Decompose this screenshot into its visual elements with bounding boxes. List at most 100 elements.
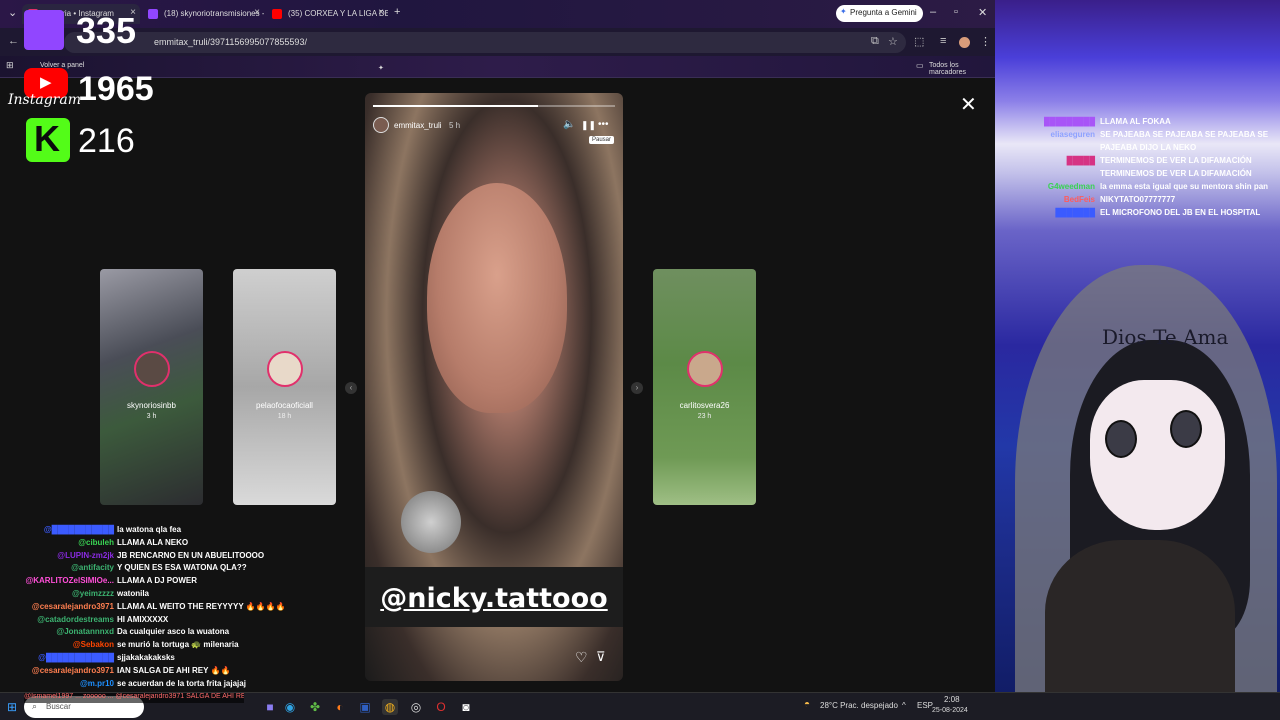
story-card[interactable]: carlitosvera26 23 h bbox=[653, 269, 756, 505]
instagram-label: Instagram bbox=[8, 92, 81, 108]
youtube-favicon-icon bbox=[272, 9, 282, 19]
next-story-icon[interactable]: › bbox=[631, 382, 643, 394]
teams-icon[interactable]: ■ bbox=[262, 699, 278, 715]
address-bar[interactable]: emmitax_truli/3971156995077855593/ bbox=[64, 32, 906, 53]
chat-username: @LUPIN-zm2jk bbox=[57, 550, 114, 560]
firefox-icon[interactable]: ◐ bbox=[332, 699, 348, 715]
active-story[interactable]: emmitax_truli 5 h 🔈 ❚❚ ••• Pausar @nicky… bbox=[365, 93, 623, 681]
pause-tooltip: Pausar bbox=[589, 136, 615, 144]
tab-label: (35) CORXEA Y LA LIGA DE bbox=[288, 9, 388, 18]
minimize-icon[interactable]: – bbox=[930, 6, 936, 18]
chat-text: LLAMA AL WEITO THE REYYYYY 🔥🔥🔥🔥 bbox=[117, 601, 286, 611]
chat-text: HI AMIXXXXX bbox=[117, 614, 169, 624]
all-bookmarks[interactable]: Todos los marcadores bbox=[929, 62, 995, 76]
windows-start-icon[interactable]: ⊞ bbox=[4, 699, 20, 715]
media-icon[interactable]: ≡ bbox=[940, 35, 946, 47]
app-icon[interactable]: ◙ bbox=[458, 699, 474, 715]
tab-search-icon[interactable]: ⌄ bbox=[8, 6, 17, 19]
chat-username: @cibuleh bbox=[78, 537, 114, 547]
close-tab-icon[interactable]: × bbox=[378, 7, 384, 18]
profile-avatar[interactable] bbox=[959, 37, 970, 48]
new-tab-icon[interactable]: + bbox=[394, 6, 400, 18]
kick-viewer-count: 216 bbox=[78, 122, 135, 160]
search-placeholder: Buscar bbox=[46, 702, 71, 711]
chat-username: @Jonatannnxd bbox=[56, 627, 114, 637]
bookmark-star-icon[interactable]: ☆ bbox=[888, 35, 898, 48]
app-icon[interactable]: ▣ bbox=[357, 699, 373, 715]
chat-overlay-left: @███████████ la watona qla fea @cibuleh LLA… bbox=[0, 525, 300, 715]
chat-message: @Jonatannnxd Da cualquier asco la wuatona bbox=[0, 627, 300, 640]
close-tab-icon[interactable]: × bbox=[254, 7, 260, 18]
clock-time[interactable]: 2:08 bbox=[944, 695, 960, 704]
vtuber-caption: Dios Te Ama bbox=[1102, 325, 1229, 349]
url-text: emmitax_truli/3971156995077855593/ bbox=[154, 37, 307, 47]
chat-username: ███████ bbox=[1055, 208, 1095, 217]
weather-icon: ◓ bbox=[804, 699, 811, 710]
tab-strip: ⌄ Historia • Instagram × (18) skynoriotr… bbox=[0, 0, 995, 28]
story-time: 3 h bbox=[146, 413, 157, 420]
more-options-icon[interactable]: ••• bbox=[598, 119, 609, 130]
chat-message: @███████████ la watona qla fea bbox=[0, 525, 300, 538]
back-icon[interactable]: ← bbox=[8, 35, 19, 47]
story-card[interactable]: pelaofocaoficiall 18 h bbox=[233, 269, 336, 505]
heart-icon[interactable]: ♡ bbox=[575, 649, 588, 666]
story-username: pelaofocaoficiall bbox=[256, 401, 313, 410]
install-icon[interactable]: ⧉ bbox=[871, 35, 879, 48]
chat-text: la watona qla fea bbox=[117, 525, 182, 534]
weather-text[interactable]: 28°C Prac. despejado bbox=[820, 701, 898, 710]
clock-date[interactable]: 25-08-2024 bbox=[932, 707, 968, 714]
chat-text: Da cualquier asco la wuatona bbox=[117, 627, 230, 637]
youtube-viewer-count: 1965 bbox=[78, 70, 154, 108]
screen: ⌄ Historia • Instagram × (18) skynoriotr… bbox=[0, 0, 1280, 720]
pause-icon[interactable]: ❚❚ bbox=[581, 120, 596, 131]
tray-chevron-icon[interactable]: ^ bbox=[902, 701, 906, 710]
twitch-logo-icon bbox=[24, 10, 64, 50]
avatar bbox=[687, 351, 723, 387]
maximize-icon[interactable]: ▫ bbox=[954, 6, 958, 18]
twitch-favicon-icon bbox=[148, 9, 158, 19]
gemini-button[interactable]: Pregunta a Gemini bbox=[836, 5, 923, 22]
chat-text: watonila bbox=[117, 589, 150, 598]
previous-story-icon[interactable]: ‹ bbox=[345, 382, 357, 394]
apps-grid-icon[interactable]: ⊞ bbox=[6, 60, 14, 71]
chat-text: EL MICROFONO DEL JB EN EL HOSPITAL bbox=[1100, 208, 1261, 217]
avatar[interactable] bbox=[373, 117, 389, 133]
chat-username: @KARLITOZelSIMIOe... bbox=[25, 576, 114, 586]
language-indicator[interactable]: ESP bbox=[917, 701, 933, 710]
send-icon[interactable]: ⊽ bbox=[596, 649, 606, 665]
person-face bbox=[427, 183, 567, 413]
chat-message: @LUPIN-zm2jk JB RENCARNO EN UN ABUELITOOO… bbox=[0, 551, 300, 564]
store-icon[interactable]: ✤ bbox=[307, 699, 323, 715]
chat-text: LLAMA ALA NEKO bbox=[117, 537, 189, 547]
opera-icon[interactable]: O bbox=[433, 699, 449, 715]
chat-message: @Sebakon se murió la tortuga 🐢 milenaria bbox=[0, 640, 300, 653]
close-window-icon[interactable]: ✕ bbox=[978, 6, 987, 19]
sparkle-icon: ✦ bbox=[378, 65, 384, 72]
close-story-icon[interactable]: ✕ bbox=[960, 92, 977, 117]
tab-youtube[interactable]: (35) CORXEA Y LA LIGA DE × bbox=[266, 4, 388, 24]
volume-icon[interactable]: 🔈 bbox=[563, 119, 575, 130]
chat-text: LLAMA AL FOKAA bbox=[1100, 117, 1171, 126]
chrome-icon[interactable]: ◍ bbox=[382, 699, 398, 715]
progress-fill bbox=[373, 105, 538, 107]
menu-icon[interactable]: ⋮ bbox=[980, 35, 991, 48]
edge-icon[interactable]: ◉ bbox=[282, 699, 298, 715]
chat-username: BedFeis bbox=[1063, 195, 1095, 204]
story-card[interactable]: skynoriosinbb 3 h bbox=[100, 269, 203, 505]
chat-username: @cesaralejandro3971 bbox=[31, 601, 114, 611]
chat-username: @Sebakon bbox=[72, 640, 114, 650]
chat-message: @m.pr10 se acuerdan de la torta frita jaj… bbox=[0, 679, 300, 692]
chat-message: @cesaralejandro3971 IAN SALGA DE AHI REY … bbox=[0, 666, 300, 679]
avatar bbox=[267, 351, 303, 387]
story-username[interactable]: emmitax_truli bbox=[394, 121, 442, 130]
chat-text: Y QUIEN ES ESA WATONA QLA?? bbox=[117, 563, 247, 573]
tab-twitch[interactable]: (18) skynoriotransmisiones - Tw × bbox=[142, 4, 264, 24]
chat-message: @cesaralejandro3971 LLAMA AL WEITO THE RE… bbox=[0, 602, 300, 615]
chat-message: @KARLITOZelSIMIOe... LLAMA A DJ POWER bbox=[0, 576, 300, 589]
extensions-icon[interactable]: ⬚ bbox=[914, 35, 924, 48]
tab-label: (18) skynoriotransmisiones - Tw bbox=[164, 9, 264, 18]
kick-k-icon: K bbox=[34, 118, 60, 159]
mention-sticker[interactable]: @nicky.tattooo bbox=[365, 583, 623, 614]
obs-icon[interactable]: ◎ bbox=[408, 699, 424, 715]
chat-message: @████████████ sjjakakakaksks bbox=[0, 653, 300, 666]
